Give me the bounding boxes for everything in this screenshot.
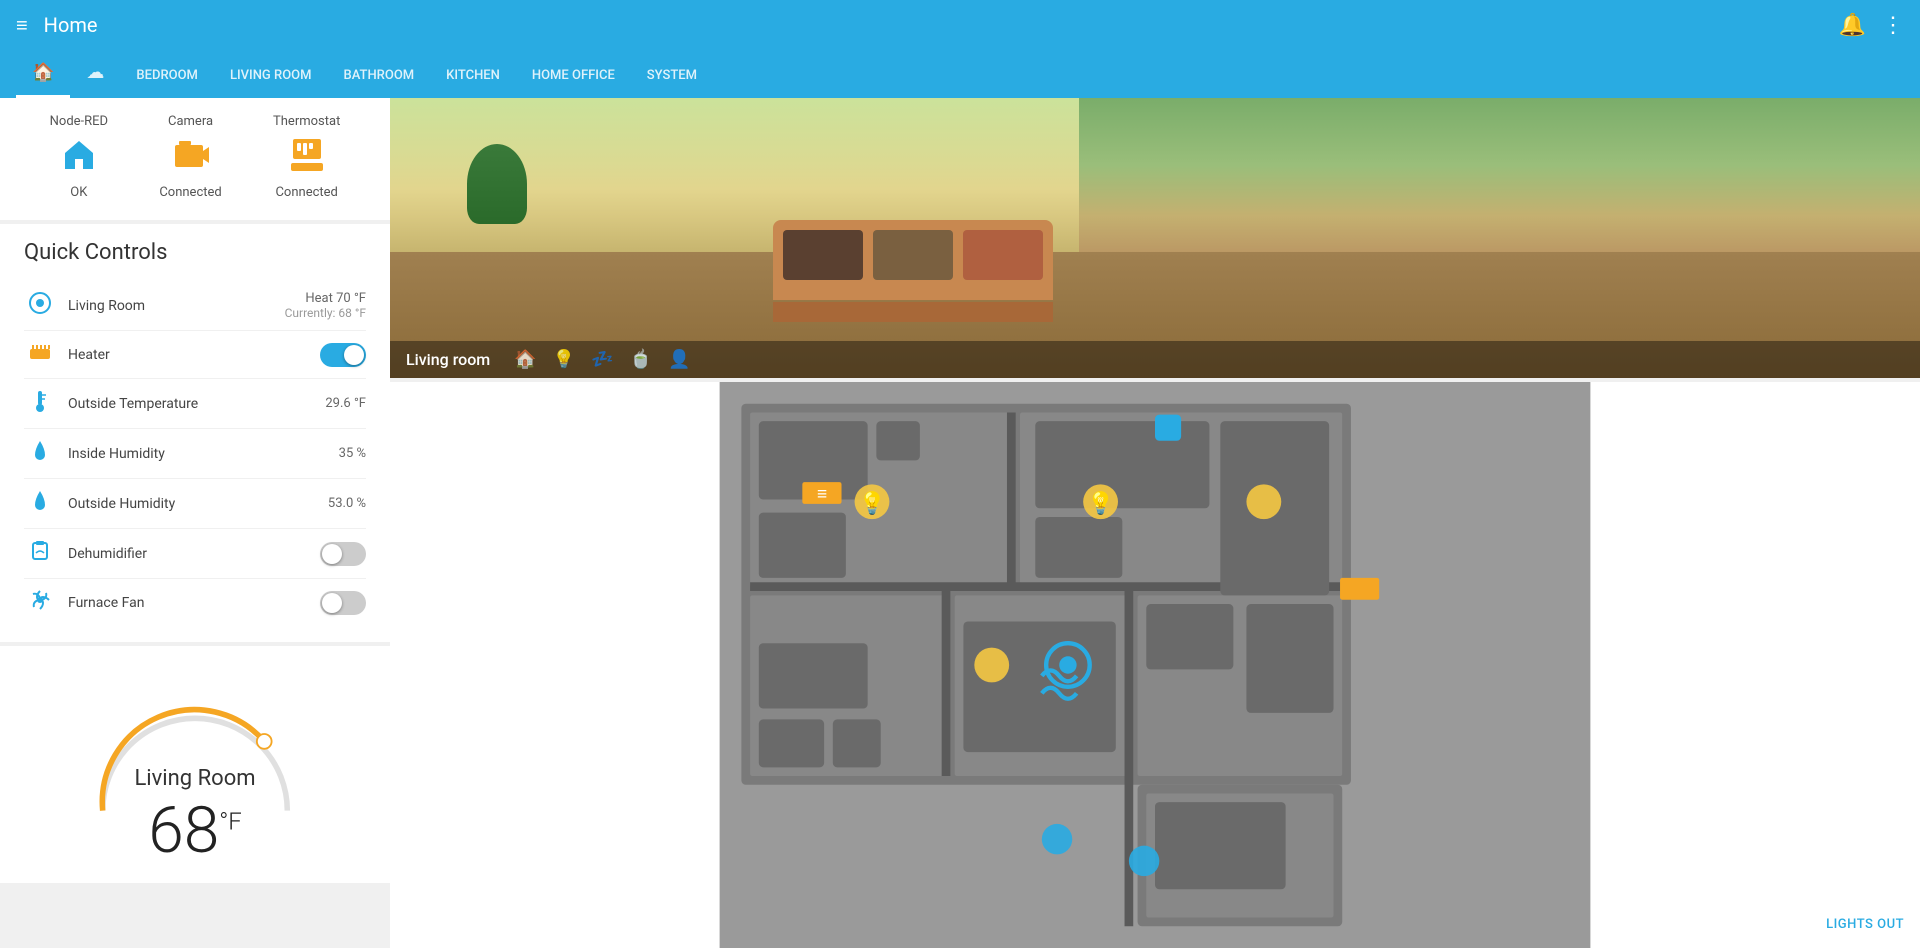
camera-icon — [159, 137, 221, 181]
status-item-thermostat: Thermostat Connected — [273, 114, 340, 200]
room-image — [390, 98, 1920, 378]
outside-humidity-label: Outside Humidity — [68, 496, 328, 512]
menu-icon[interactable]: ≡ — [16, 13, 28, 38]
status-item-camera: Camera Connected — [159, 114, 221, 200]
nodered-label: Node-RED — [50, 114, 108, 129]
left-panel: Node-RED OK Camera Connected — [0, 98, 390, 948]
nav-tab-homeoffice[interactable]: HOME OFFICE — [516, 56, 631, 95]
outside-humidity-icon — [24, 489, 56, 518]
qc-row-inside-humidity: Inside Humidity 35 % — [24, 429, 366, 479]
inside-humidity-icon — [24, 439, 56, 468]
qc-row-outside-temp: Outside Temperature 29.6 °F — [24, 379, 366, 429]
thermostat-room: Living Room — [20, 766, 370, 791]
nodered-status: OK — [50, 185, 108, 200]
svg-text:≡: ≡ — [817, 485, 827, 505]
nav-tab-cloud[interactable]: ☁ — [70, 50, 120, 95]
qc-row-dehumidifier: Dehumidifier — [24, 529, 366, 579]
floor-plan-card: 💡 💡 ≡ — [390, 382, 1920, 948]
thermostat-card: Living Room 68°F — [0, 646, 390, 883]
qc-row-outside-humidity: Outside Humidity 53.0 % — [24, 479, 366, 529]
app-title: Home — [44, 13, 1839, 37]
livingroom-row-label: Living Room — [68, 298, 285, 314]
nav-tab-kitchen[interactable]: KITCHEN — [430, 56, 516, 95]
room-controls: 🏠 💡 💤 🍵 👤 — [514, 349, 690, 370]
room-cup-icon[interactable]: 🍵 — [630, 349, 652, 370]
nav-tab-home[interactable]: 🏠 — [16, 50, 70, 98]
nav-tab-livingroom[interactable]: LIVING ROOM — [214, 56, 328, 95]
qc-row-furnace-fan: Furnace Fan — [24, 579, 366, 626]
livingroom-row-value: Heat 70 °F Currently: 68 °F — [285, 291, 366, 320]
svg-text:💡: 💡 — [1087, 490, 1114, 516]
dehumidifier-toggle[interactable] — [320, 542, 366, 566]
dehumidifier-icon — [24, 539, 56, 568]
nav-label-bathroom: BATHROOM — [344, 68, 415, 83]
inside-humidity-value: 35 % — [339, 446, 366, 461]
main-content: Node-RED OK Camera Connected — [0, 98, 1920, 948]
more-icon[interactable]: ⋮ — [1882, 13, 1904, 38]
svg-text:💡: 💡 — [858, 490, 885, 516]
furnace-fan-icon — [24, 589, 56, 616]
outside-humidity-value: 53.0 % — [328, 496, 366, 511]
top-icons: 🔔 ⋮ — [1839, 13, 1904, 38]
thermostat-row-icon — [24, 292, 56, 319]
camera-status: Connected — [159, 185, 221, 200]
nav-label-bedroom: BEDROOM — [136, 68, 198, 83]
heater-label: Heater — [68, 347, 320, 363]
room-label-bar: Living room 🏠 💡 💤 🍵 👤 — [390, 341, 1920, 378]
lights-out-button[interactable]: LIGHTS OUT — [1826, 917, 1904, 932]
outside-temp-label: Outside Temperature — [68, 396, 325, 412]
heater-icon — [24, 341, 56, 368]
room-light-icon[interactable]: 💡 — [553, 349, 575, 370]
top-bar: ≡ Home 🔔 ⋮ — [0, 0, 1920, 50]
qc-row-livingroom: Living Room Heat 70 °F Currently: 68 °F — [24, 281, 366, 331]
status-card: Node-RED OK Camera Connected — [0, 98, 390, 220]
quick-controls-title: Quick Controls — [24, 240, 366, 265]
furnace-fan-toggle[interactable] — [320, 591, 366, 615]
nav-label-livingroom: LIVING ROOM — [230, 68, 312, 83]
nav-label-system: SYSTEM — [647, 68, 697, 83]
quick-controls-card: Quick Controls Living Room Heat 70 °F Cu… — [0, 224, 390, 642]
room-home-icon[interactable]: 🏠 — [514, 349, 536, 370]
room-label: Living room — [406, 350, 490, 369]
nav-label-homeoffice: HOME OFFICE — [532, 68, 615, 83]
qc-row-heater: Heater — [24, 331, 366, 379]
inside-humidity-label: Inside Humidity — [68, 446, 339, 462]
nav-bar: 🏠 ☁ BEDROOM LIVING ROOM BATHROOM KITCHEN… — [0, 50, 1920, 98]
nav-label-kitchen: KITCHEN — [446, 68, 500, 83]
thermostat-label: Thermostat — [273, 114, 340, 129]
thermostat-status: Connected — [273, 185, 340, 200]
nodered-icon — [50, 137, 108, 181]
furnace-fan-label: Furnace Fan — [68, 595, 320, 611]
thermostat-temp: 68°F — [20, 799, 370, 863]
room-image-card: Living room 🏠 💡 💤 🍵 👤 — [390, 98, 1920, 378]
status-item-nodered: Node-RED OK — [50, 114, 108, 200]
outside-temp-value: 29.6 °F — [325, 396, 366, 411]
outside-temp-icon — [24, 389, 56, 418]
home-icon: 🏠 — [32, 62, 54, 83]
dehumidifier-label: Dehumidifier — [68, 546, 320, 562]
right-panel: Living room 🏠 💡 💤 🍵 👤 — [390, 98, 1920, 948]
cloud-icon: ☁ — [86, 62, 104, 83]
nav-tab-system[interactable]: SYSTEM — [631, 56, 713, 95]
nav-tab-bedroom[interactable]: BEDROOM — [120, 56, 214, 95]
bell-icon[interactable]: 🔔 — [1839, 13, 1866, 38]
room-sleep-icon[interactable]: 💤 — [591, 349, 613, 370]
heater-toggle[interactable] — [320, 343, 366, 367]
nav-tab-bathroom[interactable]: BATHROOM — [328, 56, 431, 95]
room-person-icon[interactable]: 👤 — [668, 349, 690, 370]
camera-label: Camera — [159, 114, 221, 129]
thermostat-status-icon — [273, 137, 340, 181]
